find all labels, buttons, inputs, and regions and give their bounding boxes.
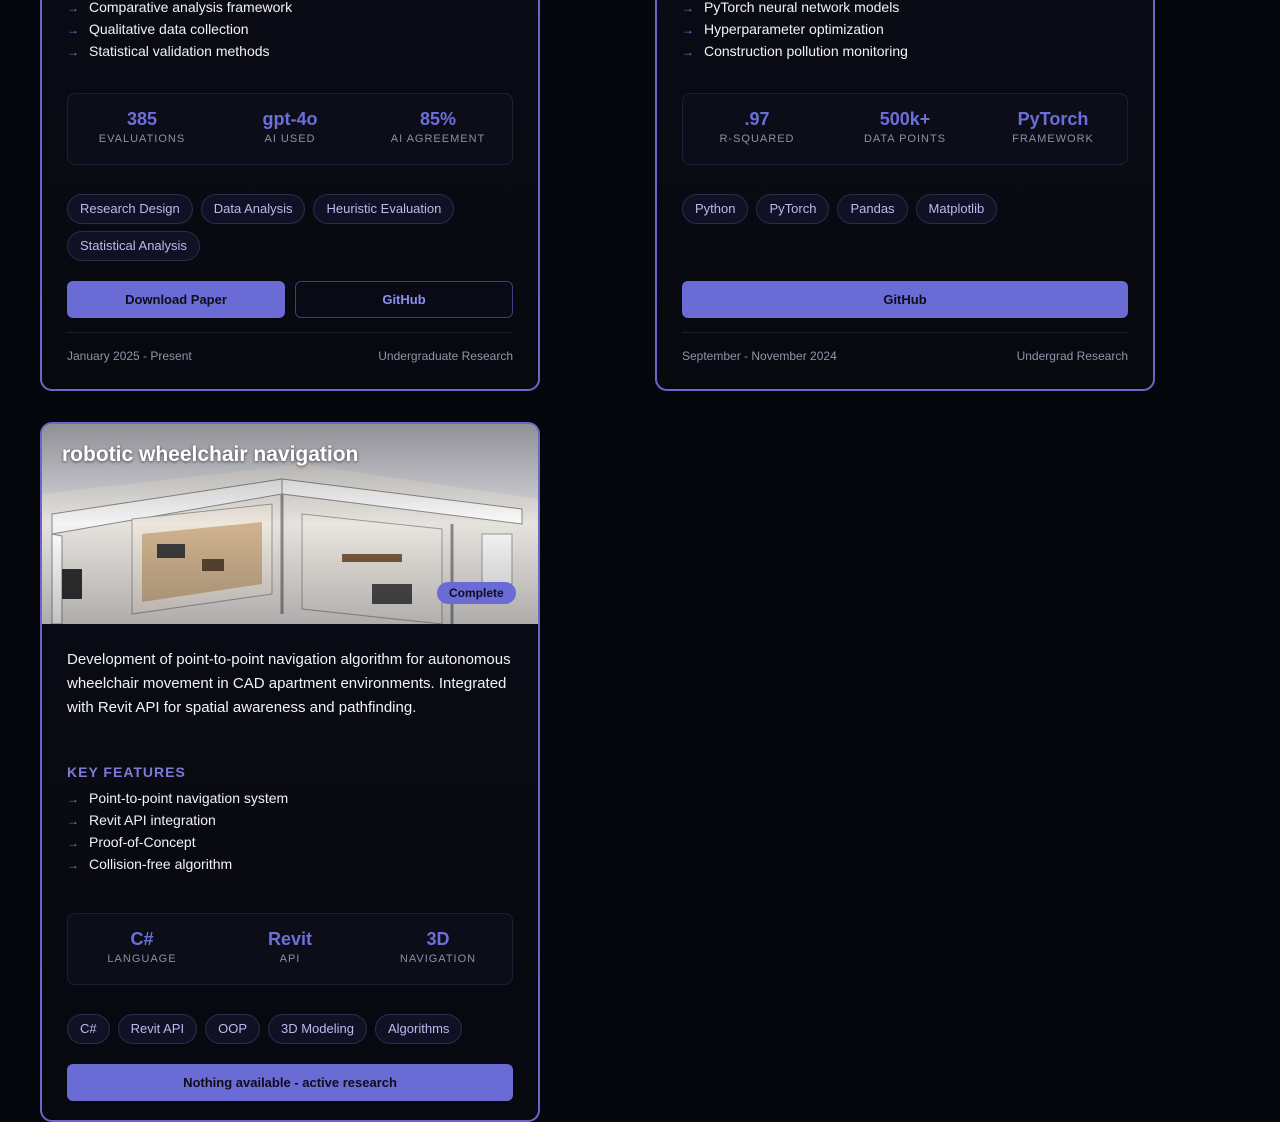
feature-text: Revit API integration [89, 812, 216, 828]
github-button[interactable]: GitHub [682, 281, 1128, 318]
feature-item: → Revit API integration [67, 809, 288, 831]
feature-text: Collision-free algorithm [89, 856, 233, 872]
tag: Algorithms [375, 1014, 463, 1044]
feature-text: Qualitative data collection [89, 21, 249, 37]
feature-text: Proof-of-Concept [89, 834, 196, 850]
feature-text: Point-to-point navigation system [89, 790, 289, 806]
feature-text: Hyperparameter optimization [704, 21, 884, 37]
arrow-right-icon: → [67, 1, 79, 15]
stat-value: PyTorch [1017, 109, 1089, 129]
stat-navigation: 3D Navigation [364, 914, 512, 984]
feature-item: → Proof-of-Concept [67, 831, 288, 853]
tag: 3D Modeling [268, 1014, 367, 1044]
stat-ai-agreement: 85% AI Agreement [364, 94, 512, 164]
stat-value: C# [130, 929, 154, 949]
stat-label: Evaluations [98, 133, 186, 145]
tag: Research Design [67, 194, 193, 224]
project-card-pollution: → PyTorch neural network models → Hyperpar… [655, 0, 1155, 391]
feature-item: → PyTorch neural network models [682, 0, 908, 18]
feature-item: → Qualitative data collection [67, 18, 292, 40]
feature-item: → Construction pollution monitoring [682, 40, 908, 62]
tag: OOP [205, 1014, 260, 1044]
stat-label: Navigation [399, 953, 477, 965]
card-footer: January 2025 - Present Undergraduate Res… [67, 332, 513, 363]
feature-item: → Point-to-point navigation system [67, 787, 288, 809]
stats-panel: C# Language Revit API 3D Navigation [67, 913, 513, 985]
section-title: KEY FEATURES [67, 764, 186, 780]
feature-text: Statistical validation methods [89, 43, 270, 59]
stat-framework: PyTorch Framework [979, 94, 1127, 164]
unavailable-button[interactable]: Nothing available - active research [67, 1064, 513, 1101]
arrow-right-icon: → [67, 814, 79, 828]
stat-value: 85% [419, 109, 457, 129]
tag: Revit API [117, 1014, 198, 1044]
stats-panel: 385 Evaluations gpt-4o AI Used 85% AI Ag… [67, 93, 513, 165]
feature-text: PyTorch neural network models [704, 0, 900, 15]
tag: C# [67, 1014, 110, 1044]
stat-value: Revit [267, 929, 312, 949]
stats-panel: .97 R-Squared 500k+ Data Points PyTorch … [682, 93, 1128, 165]
arrow-right-icon: → [67, 45, 79, 59]
download-paper-button[interactable]: Download Paper [67, 281, 285, 318]
arrow-right-icon: → [682, 45, 694, 59]
stat-label: Data Points [863, 133, 947, 145]
stat-language: C# Language [68, 914, 216, 984]
stat-label: AI Used [264, 133, 316, 145]
stat-label: AI Agreement [390, 133, 486, 145]
stat-r-squared: .97 R-Squared [683, 94, 831, 164]
feature-list: → PyTorch neural network models → Hyperpar… [682, 0, 908, 62]
stat-value: 3D [426, 929, 450, 949]
arrow-right-icon: → [67, 792, 79, 806]
stat-label: Framework [1012, 133, 1094, 145]
feature-item: → Hyperparameter optimization [682, 18, 908, 40]
project-category: Undergraduate Research [378, 349, 513, 363]
tag: PyTorch [756, 194, 830, 224]
arrow-right-icon: → [67, 836, 79, 850]
feature-text: Comparative analysis framework [89, 0, 293, 15]
project-description: Development of point-to-point navigation… [67, 651, 511, 716]
arrow-right-icon: → [682, 1, 694, 15]
tag: Statistical Analysis [67, 231, 200, 261]
stat-evaluations: 385 Evaluations [68, 94, 216, 164]
tag: Pandas [837, 194, 908, 224]
date-range: January 2025 - Present [67, 349, 192, 363]
stat-ai-used: gpt-4o AI Used [216, 94, 364, 164]
feature-list: → Comparative analysis framework → Qualita… [67, 0, 292, 62]
stat-label: Language [107, 953, 177, 965]
stat-value: gpt-4o [262, 109, 318, 129]
project-image: robotic wheelchair navigation Complete [42, 424, 538, 624]
stat-api: Revit API [216, 914, 364, 984]
stat-value: 500k+ [879, 109, 931, 129]
arrow-right-icon: → [67, 23, 79, 37]
project-title: robotic wheelchair navigation [62, 443, 359, 466]
tag: Heuristic Evaluation [313, 194, 455, 224]
stat-label: API [279, 953, 301, 965]
feature-item: → Collision-free algorithm [67, 853, 288, 875]
project-card-wheelchair: robotic wheelchair navigation Complete D… [40, 422, 540, 1122]
stat-value: .97 [744, 109, 770, 129]
tag-list: Research Design Data Analysis Heuristic … [67, 194, 517, 261]
stat-value: 385 [126, 109, 158, 129]
project-card-research: → Comparative analysis framework → Qualita… [40, 0, 540, 391]
feature-item: → Comparative analysis framework [67, 0, 292, 18]
feature-item: → Statistical validation methods [67, 40, 292, 62]
arrow-right-icon: → [67, 858, 79, 872]
project-category: Undergrad Research [1016, 349, 1128, 363]
status-badge: Complete [437, 582, 516, 604]
stat-data-points: 500k+ Data Points [831, 94, 979, 164]
tag: Python [682, 194, 749, 224]
feature-list: → Point-to-point navigation system → Revit… [67, 787, 288, 875]
arrow-right-icon: → [682, 23, 694, 37]
stat-label: R-Squared [719, 133, 795, 145]
tag-list: Python PyTorch Pandas Matplotlib [682, 194, 1132, 224]
tag-list: C# Revit API OOP 3D Modeling Algorithms [67, 1014, 517, 1044]
tag: Matplotlib [915, 194, 998, 224]
card-footer: September - November 2024 Undergrad Rese… [682, 332, 1128, 363]
date-range: September - November 2024 [682, 349, 837, 363]
feature-text: Construction pollution monitoring [704, 43, 908, 59]
tag: Data Analysis [200, 194, 306, 224]
github-button[interactable]: GitHub [295, 281, 513, 318]
